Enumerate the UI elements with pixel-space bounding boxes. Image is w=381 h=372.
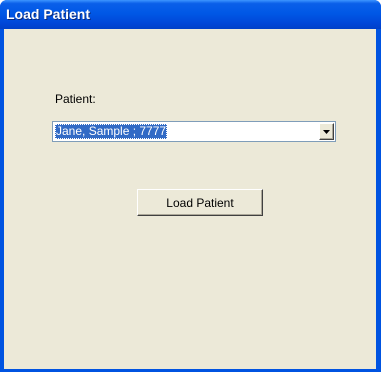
load-patient-button[interactable]: Load Patient — [137, 189, 263, 216]
chevron-down-icon — [323, 129, 330, 134]
patient-select-value: Jane, Sample ; 7777 — [55, 124, 168, 139]
load-patient-window: Load Patient Patient: Jane, Sample ; 777… — [0, 0, 381, 372]
window-title: Load Patient — [6, 6, 91, 22]
dropdown-button[interactable] — [319, 123, 334, 140]
patient-select[interactable]: Jane, Sample ; 7777 — [52, 121, 336, 142]
patient-label: Patient: — [55, 92, 96, 106]
title-bar[interactable]: Load Patient — [0, 0, 381, 29]
dialog-body: Patient: Jane, Sample ; 7777 Load Patien… — [4, 29, 376, 369]
